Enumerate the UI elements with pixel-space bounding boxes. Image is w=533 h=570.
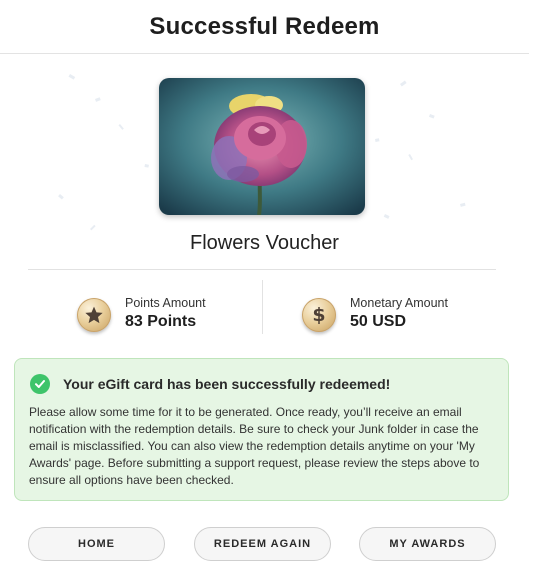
monetary-amount-stat: $ Monetary Amount 50 USD	[302, 296, 448, 333]
divider	[262, 280, 263, 334]
monetary-amount-value: 50 USD	[350, 313, 407, 330]
success-notice: Your eGift card has been successfully re…	[14, 358, 509, 501]
divider	[28, 269, 496, 270]
points-amount-stat: Points Amount 83 Points	[77, 296, 206, 333]
success-title: Your eGift card has been successfully re…	[63, 376, 391, 392]
page-title: Successful Redeem	[149, 12, 380, 40]
success-message: Please allow some time for it to be gene…	[29, 405, 480, 487]
points-amount-label: Points Amount	[125, 296, 206, 310]
my-awards-button[interactable]: MY AWARDS	[359, 527, 496, 561]
voucher-image	[159, 78, 365, 215]
voucher-name: Flowers Voucher	[190, 232, 339, 254]
check-circle-icon	[30, 374, 50, 394]
monetary-amount-label: Monetary Amount	[350, 296, 448, 310]
page-header: Successful Redeem	[0, 0, 529, 54]
dollar-coin-icon: $	[302, 297, 336, 332]
rose-icon	[159, 78, 365, 215]
redeem-again-button[interactable]: REDEEM AGAIN	[194, 527, 331, 561]
star-coin-icon	[77, 297, 111, 332]
home-button[interactable]: HOME	[28, 527, 165, 561]
points-amount-value: 83 Points	[125, 313, 197, 330]
